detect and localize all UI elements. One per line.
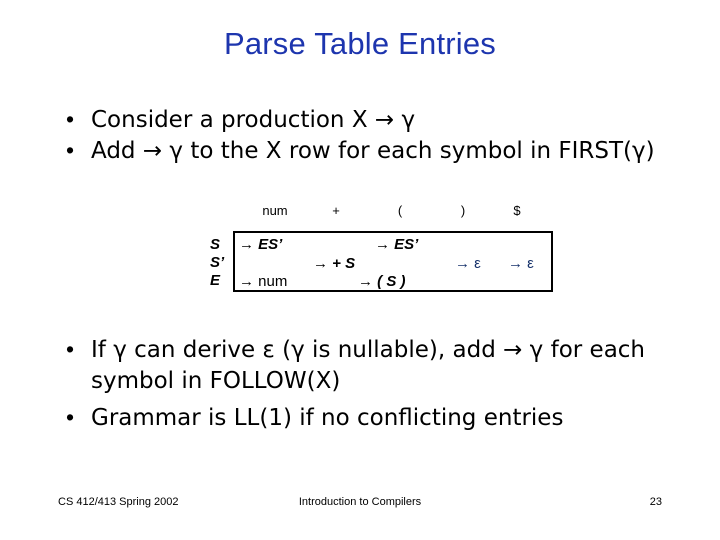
footer-course-title: Introduction to Compilers: [298, 496, 422, 508]
table-row-header-e: E: [210, 272, 221, 289]
bullet-marker-icon: •: [66, 404, 75, 430]
bullet-marker-icon: •: [66, 336, 75, 362]
table-column-header-plus: +: [332, 203, 340, 218]
bullet-item-add-to-x-row: • Add → γ to the X row for each symbol i…: [58, 135, 674, 166]
table-cell-e-num: → num: [239, 273, 288, 290]
bullet-marker-icon: •: [66, 137, 75, 163]
bullet-item-ll1-no-conflicts: • Grammar is LL(1) if no conflicting ent…: [58, 402, 674, 433]
bullet-list-top: • Consider a production X → γ • Add → γ …: [58, 104, 674, 166]
slide-footer: CS 412/413 Spring 2002 Introduction to C…: [0, 496, 720, 514]
table-row-header-s: S: [210, 236, 221, 253]
parse-table: num + ( ) $ S S’ E → ES’ → ES’ → + S → ε…: [0, 0, 720, 540]
bullet-text: Consider a production X → γ: [91, 107, 416, 133]
bullet-list-bottom: • If γ can derive ε (γ is nullable), add…: [58, 334, 674, 433]
bullet-text: Grammar is LL(1) if no conflicting entri…: [91, 405, 564, 431]
bullet-marker-icon: •: [66, 106, 75, 132]
bullet-text: Add → γ to the X row for each symbol in …: [91, 138, 655, 164]
table-cell-s-lparen: → ES’: [375, 236, 419, 253]
table-column-header-rparen: ): [460, 203, 466, 218]
table-row-header-s-prime: S’: [210, 254, 225, 271]
table-cell-s-num: → ES’: [239, 236, 283, 253]
table-cell-sprime-plus: → + S: [313, 255, 356, 272]
table-cell-e-lparen: → ( S ): [358, 273, 406, 290]
page-title: Parse Table Entries: [223, 26, 497, 61]
table-column-header-lparen: (: [397, 203, 403, 218]
footer-page-number: 23: [649, 496, 662, 508]
table-column-header-num: num: [262, 203, 288, 218]
table-column-header-dollar: $: [513, 203, 521, 218]
bullet-item-nullable-follow: • If γ can derive ε (γ is nullable), add…: [58, 334, 674, 396]
table-cell-sprime-rparen: → ε: [455, 255, 481, 272]
bullet-item-consider-production: • Consider a production X → γ: [58, 104, 674, 135]
table-cell-sprime-dollar: → ε: [508, 255, 534, 272]
bullet-text: If γ can derive ε (γ is nullable), add →…: [91, 337, 646, 394]
